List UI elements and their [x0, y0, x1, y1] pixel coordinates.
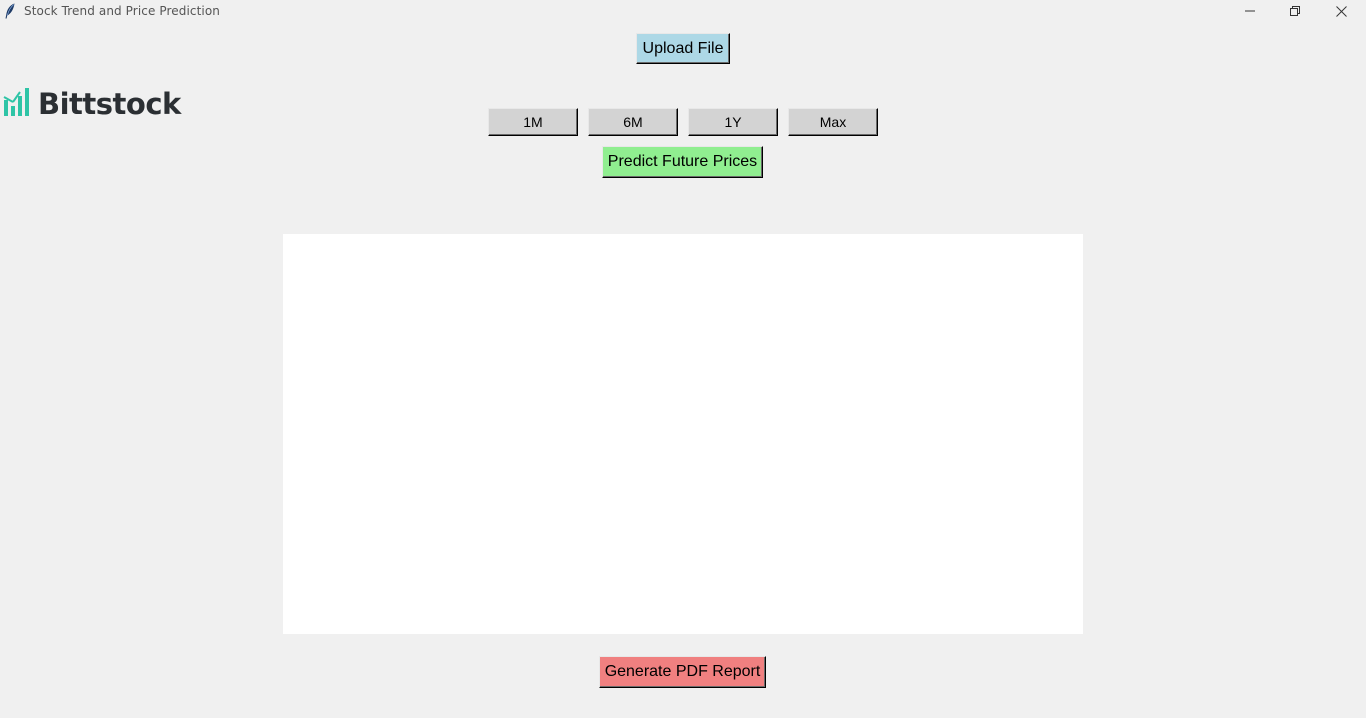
- upload-file-button[interactable]: Upload File: [636, 33, 730, 64]
- predict-future-prices-button[interactable]: Predict Future Prices: [602, 146, 763, 178]
- title-bar[interactable]: Stock Trend and Price Prediction: [0, 0, 1366, 22]
- range-max-button[interactable]: Max: [788, 108, 878, 136]
- close-icon: [1335, 5, 1347, 17]
- window-title: Stock Trend and Price Prediction: [24, 4, 220, 18]
- feather-icon: [4, 3, 16, 19]
- app-window: Stock Trend and Price Prediction Bittsto…: [0, 0, 1366, 718]
- brand-logo: Bittstock: [3, 86, 181, 123]
- brand-name: Bittstock: [38, 87, 181, 121]
- chart-canvas: [283, 234, 1083, 634]
- restore-button[interactable]: [1273, 0, 1317, 22]
- bar-chart-logo-icon: [3, 86, 33, 123]
- close-button[interactable]: [1319, 0, 1363, 22]
- restore-icon: [1290, 6, 1300, 16]
- minimize-icon: [1245, 6, 1255, 16]
- range-6m-button[interactable]: 6M: [588, 108, 678, 136]
- range-1m-button[interactable]: 1M: [488, 108, 578, 136]
- range-1y-button[interactable]: 1Y: [688, 108, 778, 136]
- minimize-button[interactable]: [1228, 0, 1272, 22]
- generate-pdf-report-button[interactable]: Generate PDF Report: [599, 656, 766, 688]
